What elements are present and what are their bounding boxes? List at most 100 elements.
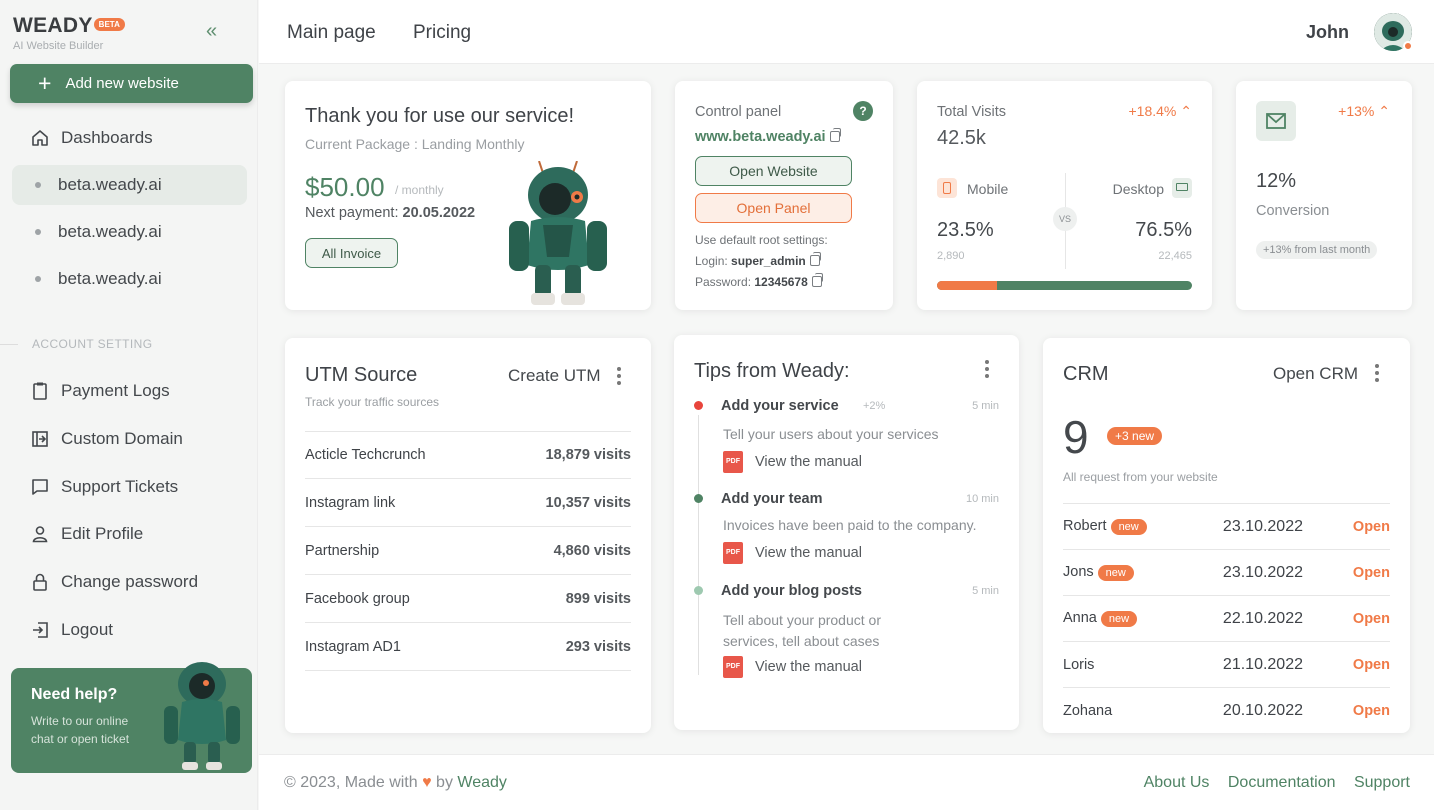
open-request-link[interactable]: Open xyxy=(1353,611,1390,627)
sidebar-item-edit-profile[interactable]: Edit Profile xyxy=(12,514,247,554)
new-badge: new xyxy=(1110,519,1147,535)
crm-card: CRM Open CRM 9 +3 new All request from y… xyxy=(1043,338,1410,733)
more-icon[interactable] xyxy=(617,367,621,388)
package-price: $50.00 xyxy=(305,172,385,202)
package-current: Current Package : Landing Monthly xyxy=(305,136,525,152)
bullet-icon xyxy=(35,229,41,235)
sidebar-item-site-1[interactable]: beta.weady.ai xyxy=(12,165,247,205)
pdf-icon: PDF xyxy=(723,656,743,678)
table-row[interactable]: Loris 21.10.2022 Open xyxy=(1063,642,1390,688)
more-icon[interactable] xyxy=(985,360,989,381)
utm-source-card: UTM Source Track your traffic sources Cr… xyxy=(285,338,651,733)
about-us-link[interactable]: About Us xyxy=(1144,774,1210,791)
table-row[interactable]: Anna new 22.10.2022 Open xyxy=(1063,596,1390,642)
robot-illustration xyxy=(164,662,240,770)
copy-icon[interactable] xyxy=(809,252,821,266)
total-visits-card: Total Visits +18.4% ⌃ 42.5k Mobile VS De… xyxy=(917,81,1212,310)
desktop-icon xyxy=(1172,178,1192,198)
table-row[interactable]: Robert new 23.10.2022 Open xyxy=(1063,504,1390,550)
table-row[interactable]: Instagram AD1 293 visits xyxy=(305,623,631,671)
desktop-count: 22,465 xyxy=(1158,250,1192,262)
copy-icon[interactable] xyxy=(811,273,823,287)
sidebar-item-payment-logs[interactable]: Payment Logs xyxy=(12,371,247,411)
utm-source-name: Facebook group xyxy=(305,590,410,607)
chat-icon xyxy=(32,479,48,495)
tip-time: 5 min xyxy=(972,400,999,412)
control-title: Control panel xyxy=(695,104,782,120)
user-name[interactable]: John xyxy=(1306,22,1349,43)
sidebar-item-change-password[interactable]: Change password xyxy=(12,562,247,602)
crm-date: 23.10.2022 xyxy=(1222,563,1303,581)
new-badge: new xyxy=(1100,611,1138,627)
sidebar-item-label: Custom Domain xyxy=(61,429,183,448)
collapse-sidebar-icon[interactable]: « xyxy=(206,20,217,43)
home-icon xyxy=(32,130,48,146)
table-row[interactable]: Facebook group 899 visits xyxy=(305,575,631,623)
crm-name: Jons xyxy=(1063,564,1094,580)
crm-name: Loris xyxy=(1063,656,1095,673)
sidebar-item-site-3[interactable]: beta.weady.ai xyxy=(12,259,247,299)
brand-name: WEADY xyxy=(13,14,93,37)
bullet-icon xyxy=(35,276,41,282)
copyright-text: © 2023, Made with xyxy=(284,774,418,791)
open-crm-button[interactable]: Open CRM xyxy=(1273,364,1358,384)
help-card[interactable]: Need help? Write to our online chat or o… xyxy=(11,662,252,773)
sidebar-item-logout[interactable]: Logout xyxy=(12,610,247,650)
open-request-link[interactable]: Open xyxy=(1353,565,1390,581)
all-invoice-button[interactable]: All Invoice xyxy=(305,238,398,268)
sidebar-item-label: Support Tickets xyxy=(61,477,179,496)
create-utm-button[interactable]: Create UTM xyxy=(508,366,601,386)
sidebar-item-custom-domain[interactable]: Custom Domain xyxy=(12,419,247,459)
nav-pricing[interactable]: Pricing xyxy=(413,22,471,44)
more-icon[interactable] xyxy=(1375,364,1379,385)
vs-badge: VS xyxy=(1053,207,1077,231)
support-link[interactable]: Support xyxy=(1354,774,1410,791)
open-website-button[interactable]: Open Website xyxy=(695,156,852,186)
table-row[interactable]: Zohana 20.10.2022 Open xyxy=(1063,688,1390,734)
view-manual-link[interactable]: PDF View the manual xyxy=(723,451,862,473)
add-website-button[interactable]: + Add new website xyxy=(10,64,253,103)
sidebar-item-dashboards[interactable]: Dashboards xyxy=(12,118,247,158)
weady-link[interactable]: Weady xyxy=(457,774,507,791)
open-request-link[interactable]: Open xyxy=(1353,703,1390,719)
open-panel-button[interactable]: Open Panel xyxy=(695,193,852,223)
sidebar-item-site-2[interactable]: beta.weady.ai xyxy=(12,212,247,252)
table-row[interactable]: Partnership 4,860 visits xyxy=(305,527,631,575)
sidebar-item-support-tickets[interactable]: Support Tickets xyxy=(12,467,247,507)
open-request-link[interactable]: Open xyxy=(1353,519,1390,535)
help-icon[interactable]: ? xyxy=(853,101,873,121)
control-domain[interactable]: www.beta.weady.ai xyxy=(695,128,841,145)
robot-illustration xyxy=(509,161,607,305)
table-row[interactable]: Instagram link 10,357 visits xyxy=(305,479,631,527)
utm-visits: 293 visits xyxy=(565,638,631,655)
sidebar-item-label: Logout xyxy=(61,620,113,639)
logout-icon xyxy=(33,622,48,638)
nav-main-page[interactable]: Main page xyxy=(287,22,376,44)
footer: © 2023, Made with ♥ by Weady About Us Do… xyxy=(259,754,1434,810)
brand-logo[interactable]: WEADY BETA AI Website Builder xyxy=(13,14,125,52)
view-manual-link[interactable]: PDF View the manual xyxy=(723,656,862,678)
tip-title: Add your service xyxy=(721,398,839,414)
beta-badge: BETA xyxy=(93,18,125,31)
sidebar-item-label: Change password xyxy=(61,572,199,591)
sidebar-item-label: beta.weady.ai xyxy=(58,269,162,288)
view-manual-link[interactable]: PDF View the manual xyxy=(723,542,862,564)
crm-name: Anna xyxy=(1063,610,1097,626)
crm-name: Zohana xyxy=(1063,703,1113,719)
open-request-link[interactable]: Open xyxy=(1353,657,1390,673)
table-row[interactable]: Jons new 23.10.2022 Open xyxy=(1063,550,1390,596)
manual-label: View the manual xyxy=(755,658,862,675)
table-row[interactable]: Acticle Techcrunch 18,879 visits xyxy=(305,431,631,479)
by-text: by xyxy=(436,774,453,791)
mobile-count: 2,890 xyxy=(937,250,965,262)
next-payment-label: Next payment: xyxy=(305,205,399,221)
documentation-link[interactable]: Documentation xyxy=(1228,774,1336,791)
tip-title: Add your blog posts xyxy=(721,583,862,599)
crm-title: CRM xyxy=(1063,363,1109,385)
tip-text: Tell about your product or services, tel… xyxy=(723,612,881,649)
utm-source-name: Acticle Techcrunch xyxy=(305,446,426,463)
copy-icon[interactable] xyxy=(829,128,841,142)
help-text: Write to our online chat or open ticket xyxy=(31,714,130,746)
conversion-note: +13% from last month xyxy=(1256,241,1378,259)
chevron-up-icon: ⌃ xyxy=(1378,103,1390,119)
